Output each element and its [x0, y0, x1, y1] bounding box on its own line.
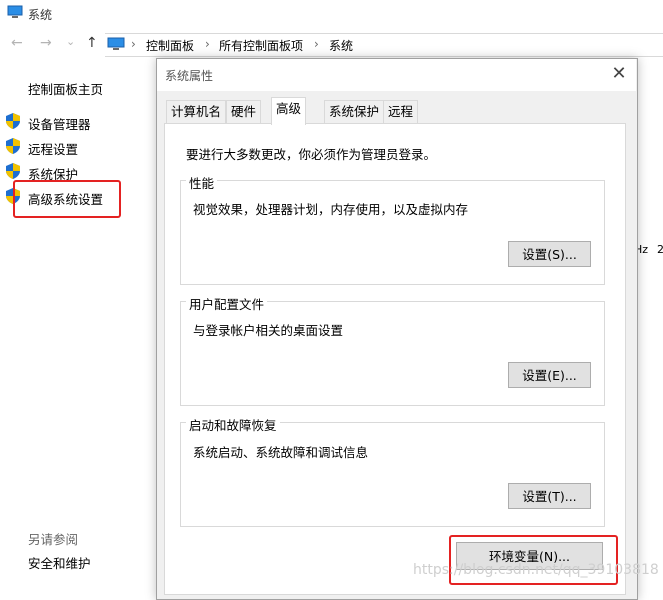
- security-maintenance-link[interactable]: 安全和维护: [28, 553, 91, 572]
- tab-advanced[interactable]: 高级: [271, 97, 307, 125]
- breadcrumb-control-panel[interactable]: 控制面板: [146, 37, 194, 54]
- window-title-bar: 系统: [0, 0, 663, 28]
- device-manager-link[interactable]: 设备管理器: [28, 114, 91, 133]
- user-profiles-settings-button[interactable]: 设置(E)...: [508, 362, 591, 388]
- see-also-heading: 另请参阅: [28, 532, 79, 547]
- performance-settings-button[interactable]: 设置(S)...: [508, 241, 591, 267]
- breadcrumb-separator: ›: [205, 37, 210, 51]
- performance-description: 视觉效果，处理器计划，内存使用，以及虚拟内存: [193, 202, 469, 217]
- uac-shield-icon: [6, 138, 20, 154]
- up-button[interactable]: ↑: [86, 35, 98, 51]
- dialog-title-bar: [157, 59, 636, 91]
- watermark: https://blog.csdn.net/qq_39103818: [413, 562, 659, 578]
- breadcrumb-system[interactable]: 系统: [329, 37, 353, 54]
- close-icon[interactable]: ✕: [610, 62, 628, 86]
- control-panel-icon: [107, 37, 125, 50]
- tab-system-protection[interactable]: 系统保护: [324, 100, 385, 123]
- startup-recovery-group: [180, 422, 605, 527]
- tab-computer-name[interactable]: 计算机名: [166, 100, 227, 123]
- back-button[interactable]: ←: [11, 35, 23, 51]
- uac-shield-icon: [6, 163, 20, 179]
- performance-group-title: 性能: [186, 173, 218, 192]
- forward-button[interactable]: →: [40, 35, 52, 51]
- user-profiles-description: 与登录帐户相关的桌面设置: [193, 323, 344, 338]
- recent-dropdown-button[interactable]: ⌄: [66, 35, 75, 48]
- dialog-title: 系统属性: [165, 69, 214, 83]
- breadcrumb-all-items[interactable]: 所有控制面板项: [219, 37, 303, 54]
- admin-note: 要进行大多数更改，你必须作为管理员登录。: [186, 147, 437, 162]
- user-profiles-group: [180, 301, 605, 406]
- computer-icon: [7, 5, 23, 18]
- uac-shield-icon: [6, 113, 20, 129]
- breadcrumb-separator: ›: [314, 37, 319, 51]
- user-profiles-group-title: 用户配置文件: [186, 294, 268, 313]
- background-text-fragment: 2: [657, 243, 663, 256]
- startup-recovery-description: 系统启动、系统故障和调试信息: [193, 445, 369, 460]
- breadcrumb-separator: ›: [131, 37, 136, 51]
- performance-group: [180, 180, 605, 285]
- startup-recovery-group-title: 启动和故障恢复: [186, 415, 280, 434]
- startup-recovery-settings-button[interactable]: 设置(T)...: [508, 483, 591, 509]
- remote-settings-link[interactable]: 远程设置: [28, 139, 78, 158]
- tab-remote[interactable]: 远程: [383, 100, 419, 123]
- tab-hardware[interactable]: 硬件: [226, 100, 262, 123]
- window-title: 系统: [28, 8, 53, 22]
- highlight-box: [13, 180, 121, 218]
- control-panel-home-link[interactable]: 控制面板主页: [28, 79, 103, 98]
